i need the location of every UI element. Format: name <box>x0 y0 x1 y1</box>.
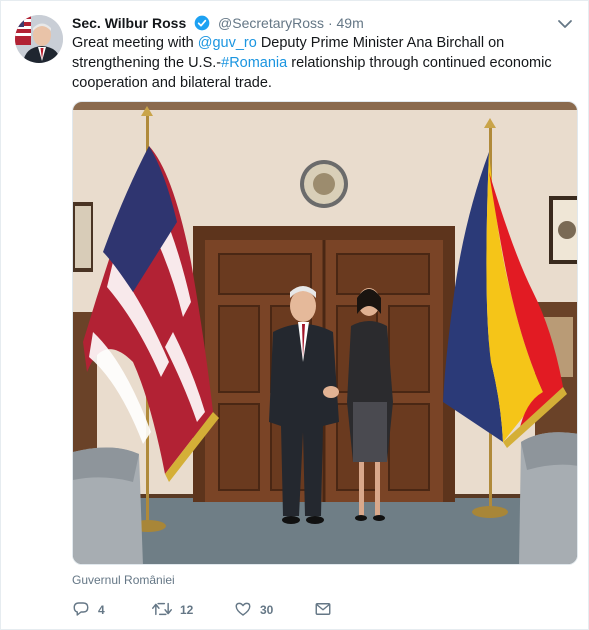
direct-message-button[interactable] <box>314 597 340 623</box>
retweet-count: 12 <box>180 603 194 617</box>
envelope-icon <box>314 600 340 621</box>
header-separator: · <box>327 15 333 31</box>
tweet-actions: 4 12 30 <box>72 597 472 623</box>
retweet-icon <box>152 600 180 621</box>
reply-icon <box>72 600 98 621</box>
tweet-text: Great meeting with @guv_ro Deputy Prime … <box>72 33 572 93</box>
tweet-timestamp[interactable]: 49m <box>337 15 364 31</box>
tweet-text-part: Great meeting with <box>72 35 198 51</box>
reply-count: 4 <box>98 603 105 617</box>
chevron-down-icon[interactable] <box>556 15 574 33</box>
like-button[interactable]: 30 <box>234 597 273 623</box>
tweet-header: Sec. Wilbur Ross @SecretaryRoss · 49m <box>72 13 548 33</box>
avatar[interactable] <box>15 15 63 63</box>
user-handle[interactable]: @SecretaryRoss <box>218 15 324 31</box>
tweet-photo[interactable] <box>72 101 578 565</box>
tweet-card[interactable]: Sec. Wilbur Ross @SecretaryRoss · 49m Gr… <box>0 0 589 630</box>
mention-link[interactable]: @guv_ro <box>198 35 257 51</box>
like-count: 30 <box>260 603 274 617</box>
display-name[interactable]: Sec. Wilbur Ross <box>72 15 186 31</box>
reply-button[interactable]: 4 <box>72 597 105 623</box>
hashtag-link[interactable]: #Romania <box>221 55 287 71</box>
retweet-button[interactable]: 12 <box>152 597 193 623</box>
heart-icon <box>234 600 260 621</box>
media-attribution[interactable]: Guvernul României <box>72 573 175 587</box>
